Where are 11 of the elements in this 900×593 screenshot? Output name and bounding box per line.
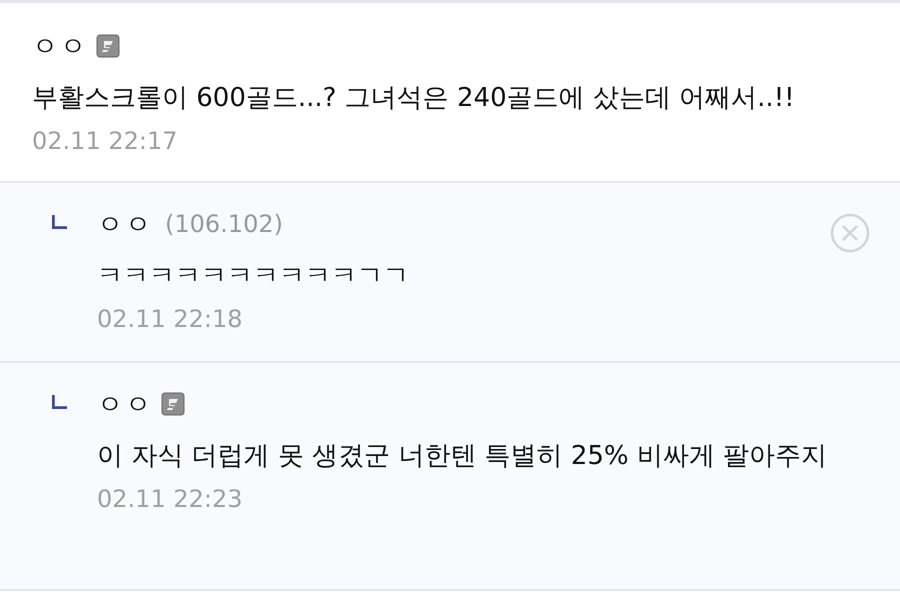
comment-text: ㅋㅋㅋㅋㅋㅋㅋㅋㅋㅋㄱㄱ	[97, 260, 410, 293]
comment-time: 02.11 22:17	[32, 127, 178, 155]
comment-text: 이 자식 더럽게 못 생겼군 너한텐 특별히 25% 비싸게 팔아주지	[97, 440, 828, 473]
author-name[interactable]: ㅇㅇ	[97, 206, 153, 242]
ip-address: (106.102)	[165, 210, 283, 238]
close-icon[interactable]	[830, 213, 870, 253]
author-name[interactable]: ㅇㅇ	[97, 386, 153, 422]
comment-time: 02.11 22:18	[97, 305, 244, 333]
comment-text: 부활스크롤이 600골드...? 그녀석은 240골드에 샀는데 어째서..!!	[32, 82, 796, 115]
author-name[interactable]: ㅇㅇ	[32, 28, 88, 64]
comment-time: 02.11 22:23	[97, 485, 244, 513]
